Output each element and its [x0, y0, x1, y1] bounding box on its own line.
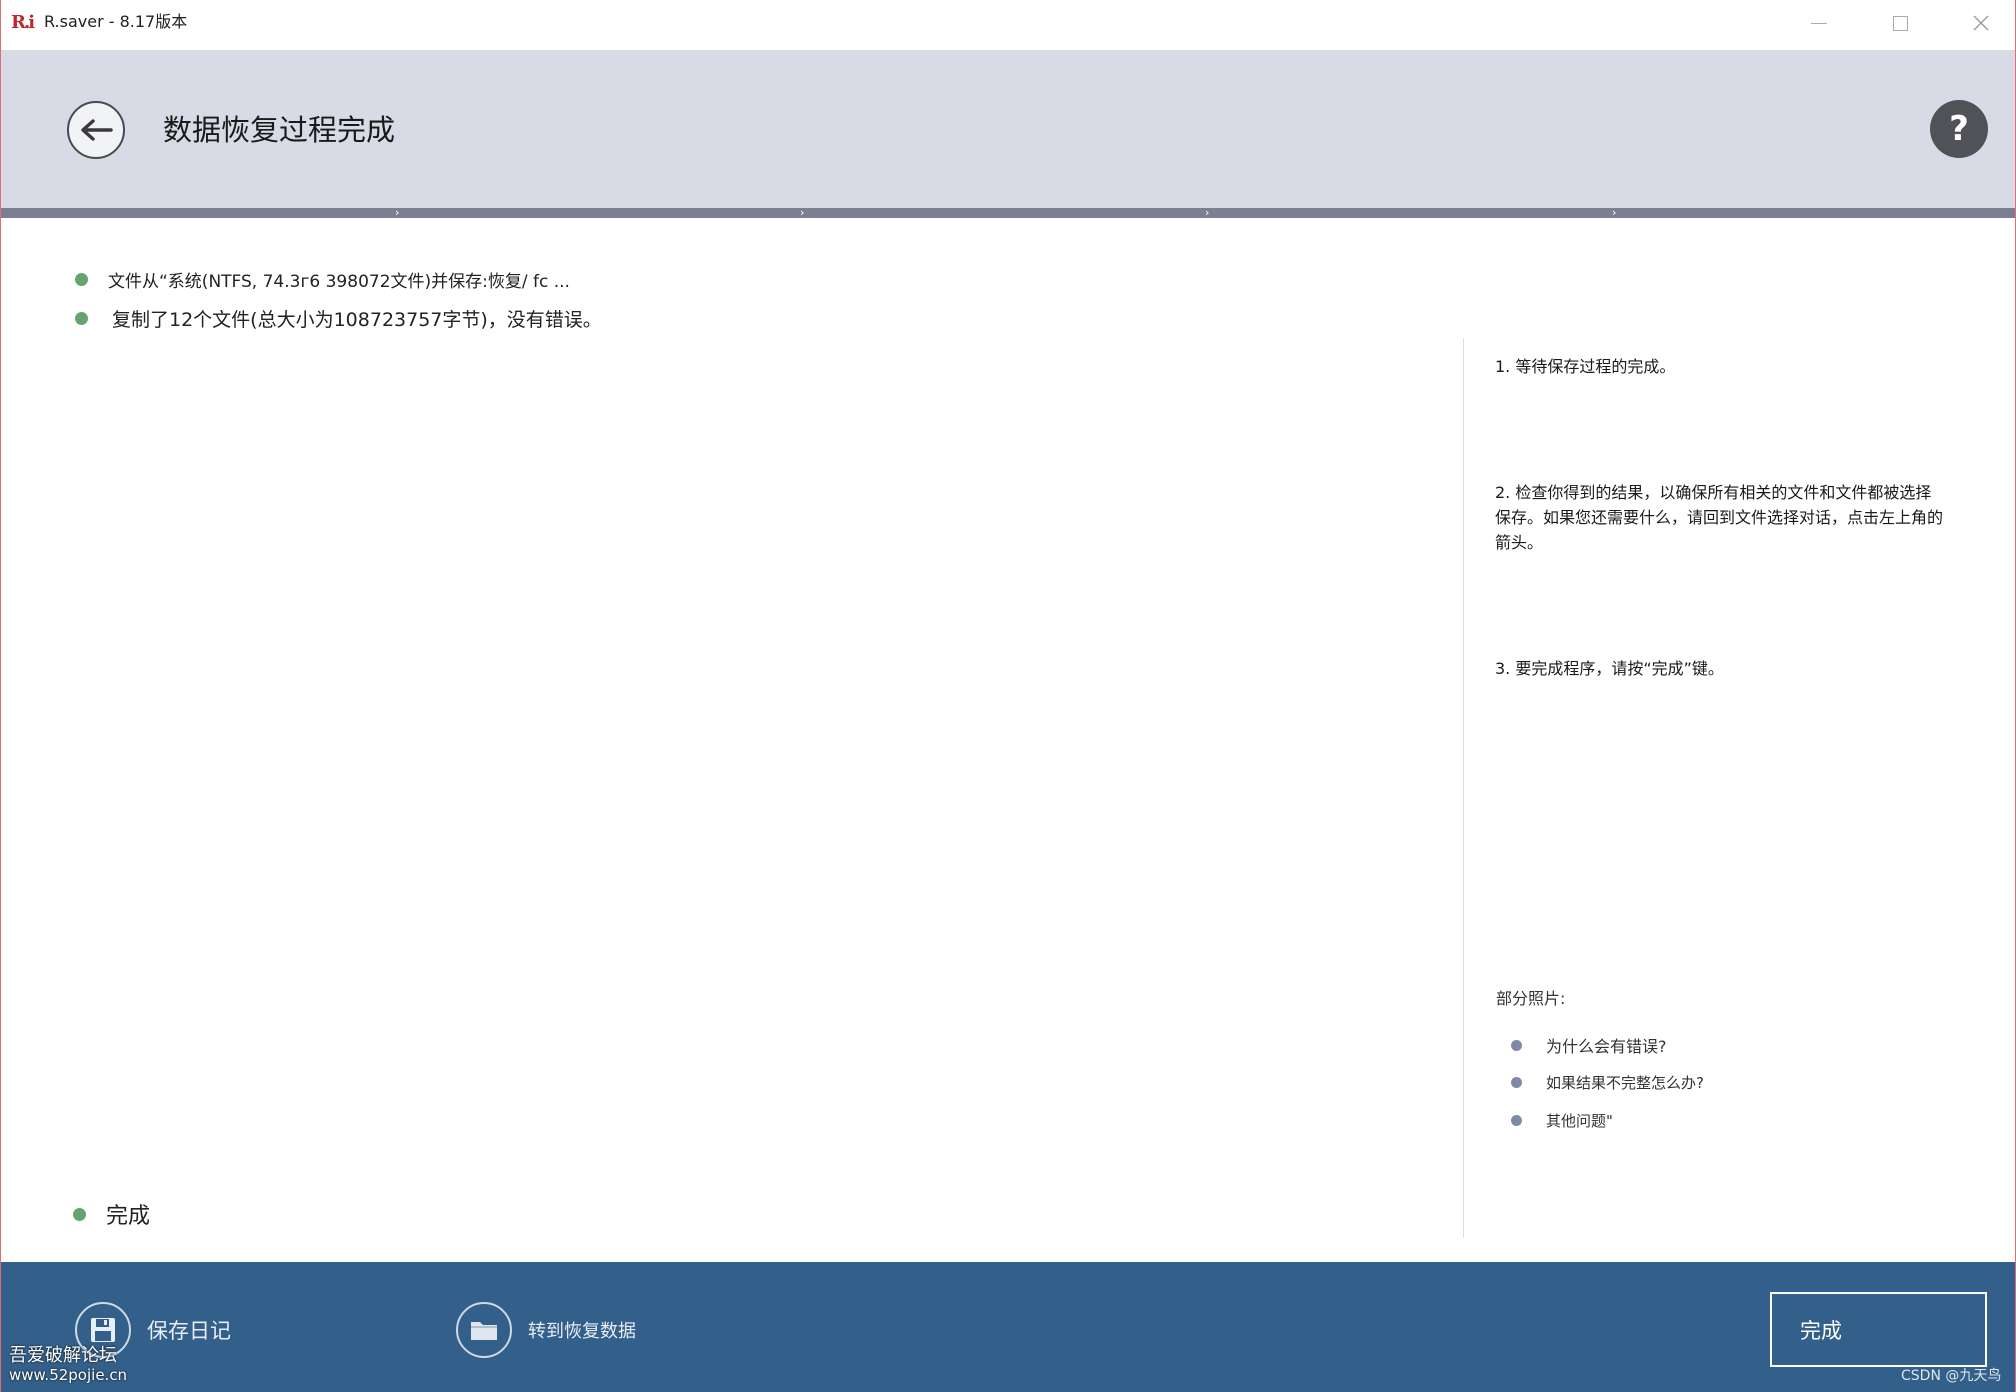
app-logo: R.i: [11, 12, 35, 33]
instruction-step-1: 1. 等待保存过程的完成。: [1495, 357, 1676, 376]
status-dot-icon: [73, 1207, 86, 1221]
finish-button[interactable]: 完成: [1770, 1292, 1987, 1367]
faq-link-errors[interactable]: 为什么会有错误?: [1511, 1033, 1667, 1057]
faq-link-other[interactable]: 其他问题": [1511, 1110, 1613, 1131]
log-entry-text: 复制了12个文件(总大小为108723757字节)，没有错误。: [112, 309, 602, 331]
maximize-icon: [1892, 15, 1908, 31]
bullet-icon: [1511, 1039, 1522, 1051]
step-separator-icon: ›: [395, 206, 400, 219]
instruction-step-3: 3. 要完成程序，请按“完成”键。: [1495, 659, 1724, 678]
bullet-icon: [1511, 1115, 1522, 1126]
watermark-name: 吾爱破解论坛: [9, 1345, 117, 1366]
faq-link-text[interactable]: 为什么会有错误?: [1546, 1033, 1667, 1057]
log-entry: 文件从“系统(NTFS, 74.3г6 398072文件)并保存:恢复/ fc …: [75, 267, 570, 292]
faq-link-text[interactable]: 如果结果不完整怎么办?: [1546, 1072, 1704, 1093]
folder-icon: [456, 1302, 512, 1358]
step-separator-icon: ›: [800, 206, 805, 219]
log-entry: 复制了12个文件(总大小为108723757字节)，没有错误。: [75, 305, 602, 332]
csdn-watermark: CSDN @九天鸟: [1901, 1368, 2002, 1384]
bullet-icon: [1511, 1077, 1522, 1088]
photos-label: 部分照片:: [1496, 989, 1566, 1008]
instruction-step-2: 2. 检查你得到的结果，以确保所有相关的文件和文件都被选择保存。如果您还需要什么…: [1495, 483, 1944, 552]
log-entry-text: 文件从“系统(NTFS, 74.3г6 398072文件)并保存:恢复/ fc …: [108, 272, 570, 292]
goto-recovered-button[interactable]: 转到恢复数据: [456, 1302, 636, 1358]
faq-link-incomplete[interactable]: 如果结果不完整怎么办?: [1511, 1072, 1704, 1093]
app-window: R.i R.saver - 8.17版本 数据恢复过程完成 ? › › › › …: [0, 0, 2016, 1392]
done-status-text: 完成: [106, 1204, 151, 1229]
close-button[interactable]: [1961, 8, 2001, 38]
step-progress-bar: [1, 208, 2015, 218]
window-title: R.saver - 8.17版本: [44, 12, 188, 31]
maximize-button[interactable]: [1880, 8, 1920, 38]
panel-divider: [1463, 338, 1464, 1238]
help-button[interactable]: ?: [1930, 100, 1988, 158]
watermark-url: www.52pojie.cn: [9, 1366, 128, 1384]
status-dot-icon: [75, 273, 88, 286]
footer-bar: 保存日记 转到恢复数据 完成 吾爱破解论坛 www.52pojie.cn CSD…: [1, 1262, 2015, 1392]
minimize-button[interactable]: [1799, 8, 1839, 38]
minimize-icon: [1811, 22, 1827, 24]
step-separator-icon: ›: [1205, 206, 1210, 219]
faq-link-text[interactable]: 其他问题": [1546, 1110, 1613, 1131]
close-icon: [1973, 15, 1989, 31]
title-bar: R.i R.saver - 8.17版本: [1, 0, 2015, 50]
save-log-label[interactable]: 保存日记: [147, 1315, 231, 1345]
step-separator-icon: ›: [1612, 206, 1617, 219]
status-dot-icon: [75, 312, 88, 325]
goto-recovered-label[interactable]: 转到恢复数据: [528, 1317, 636, 1343]
arrow-left-icon: [81, 119, 113, 141]
page-title: 数据恢复过程完成: [163, 113, 396, 147]
back-button[interactable]: [67, 101, 125, 159]
page-header: 数据恢复过程完成 ?: [1, 50, 2015, 208]
done-status: 完成: [73, 1198, 150, 1230]
